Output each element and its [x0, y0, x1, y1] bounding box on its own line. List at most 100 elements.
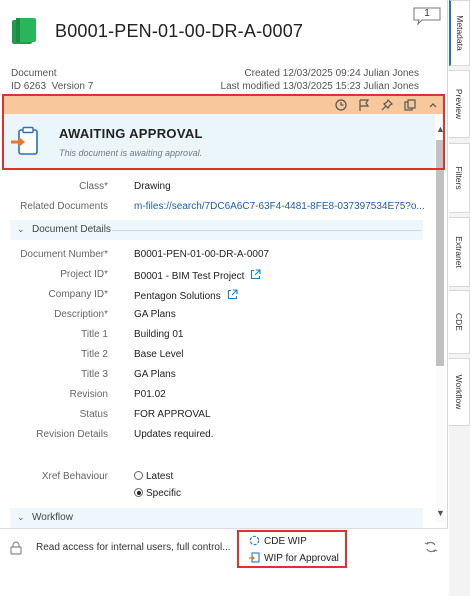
tab-metadata[interactable]: Metadata — [449, 0, 470, 66]
radio-specific[interactable]: Specific — [134, 488, 181, 499]
property-value: B0001 - BIM Test Project — [134, 271, 245, 282]
property-value: FOR APPROVAL — [134, 409, 211, 420]
side-tabs: Metadata Preview Filters Extranet CDE Wo… — [449, 0, 470, 596]
property-value: Building 01 — [134, 329, 184, 340]
scroll-down-icon[interactable]: ▼ — [436, 508, 445, 518]
workflow-state-panel: AWAITING APPROVAL This document is await… — [4, 114, 435, 168]
metadata-panel: B0001-PEN-01-00-DR-A-0007 1 Document ID … — [0, 0, 448, 596]
property-label: Description* — [54, 309, 108, 320]
property-label: Class* — [79, 181, 108, 192]
workflow-toolbar — [4, 96, 443, 114]
external-link-icon[interactable] — [227, 289, 238, 300]
property-xref-behaviour: Xref Behaviour — [0, 471, 430, 487]
modified-info: Last modified 13/03/2025 15:23 Julian Jo… — [220, 81, 419, 92]
property-value: Drawing — [134, 181, 171, 192]
tab-label: Preview — [454, 88, 464, 120]
document-icon — [12, 18, 36, 44]
tab-filters[interactable]: Filters — [449, 143, 470, 213]
property-label: Status — [79, 409, 108, 420]
document-dates: Created 12/03/2025 09:24 Julian Jones La… — [221, 67, 419, 93]
radio-circle-icon[interactable] — [134, 471, 143, 480]
scroll-up-icon[interactable]: ▲ — [436, 124, 445, 134]
document-title: B0001-PEN-01-00-DR-A-0007 — [55, 21, 304, 41]
property-value: P01.02 — [134, 389, 166, 400]
section-document-details[interactable]: ⌄ Document Details — [10, 220, 423, 240]
property-title-1[interactable]: Title 1 Building 01 — [0, 329, 430, 345]
property-label: Related Documents — [20, 201, 108, 212]
radio-label: Specific — [146, 488, 182, 499]
lock-icon — [10, 541, 22, 555]
tab-label: CDE — [454, 313, 464, 331]
tab-label: Metadata — [455, 15, 465, 51]
property-label: Title 3 — [81, 369, 108, 380]
copy-icon[interactable] — [403, 98, 417, 112]
tab-workflow[interactable]: Workflow — [449, 358, 470, 426]
document-type: Document — [11, 68, 57, 79]
property-value: B0001-PEN-01-00-DR-A-0007 — [134, 249, 270, 260]
property-value: Updates required. — [134, 429, 214, 440]
property-value-wrap: Pentagon Solutions — [134, 289, 238, 302]
property-description[interactable]: Description* GA Plans — [0, 309, 430, 325]
action-wip-for-approval[interactable]: WIP for Approval — [249, 552, 339, 564]
permissions-text[interactable]: Read access for internal users, full con… — [36, 542, 231, 553]
property-company-id[interactable]: Company ID* Pentagon Solutions — [0, 289, 430, 305]
property-value: Pentagon Solutions — [134, 291, 221, 302]
section-divider — [112, 230, 421, 231]
property-title-3[interactable]: Title 3 GA Plans — [0, 369, 430, 385]
property-label: Document Number* — [20, 249, 108, 260]
workflow-state-description: This document is awaiting approval. — [59, 148, 203, 158]
property-value: GA Plans — [134, 369, 176, 380]
workflow-actions: CDE WIP WIP for Approval — [237, 530, 347, 568]
tab-preview[interactable]: Preview — [449, 70, 470, 138]
chevron-down-icon: ⌄ — [17, 224, 25, 234]
property-document-number[interactable]: Document Number* B0001-PEN-01-00-DR-A-00… — [0, 249, 430, 265]
property-label: Revision — [69, 389, 108, 400]
collapse-icon[interactable] — [426, 98, 440, 112]
clock-icon[interactable] — [334, 98, 348, 112]
refresh-icon[interactable] — [424, 540, 438, 554]
property-label: Revision Details — [36, 429, 108, 440]
property-status[interactable]: Status FOR APPROVAL — [0, 409, 430, 425]
section-workflow[interactable]: ⌄ Workflow — [10, 508, 423, 528]
action-cde-wip[interactable]: CDE WIP — [249, 535, 307, 547]
bottom-bar: Read access for internal users, full con… — [0, 528, 448, 596]
action-label: WIP for Approval — [264, 553, 339, 564]
property-label: Company ID* — [48, 289, 108, 300]
document-id: ID 6263 — [11, 81, 47, 92]
flag-icon[interactable] — [357, 98, 371, 112]
chevron-down-icon: ⌄ — [17, 512, 25, 522]
comments-button[interactable]: 1 — [412, 7, 442, 26]
related-documents-link[interactable]: m-files://search/7DC6A6C7-63F4-4481-8FE8… — [134, 201, 425, 212]
radio-label: Latest — [146, 471, 174, 482]
radio-selected-icon[interactable] — [134, 488, 143, 497]
property-title-2[interactable]: Title 2 Base Level — [0, 349, 430, 365]
tab-extranet[interactable]: Extranet — [449, 217, 470, 287]
clipboard-icon — [11, 126, 38, 155]
property-project-id[interactable]: Project ID* B0001 - BIM Test Project — [0, 269, 430, 285]
approval-transition-icon — [249, 552, 260, 563]
property-related-documents[interactable]: Related Documents m-files://search/7DC6A… — [0, 201, 430, 217]
section-title: Document Details — [32, 224, 111, 235]
document-version: Version 7 — [51, 81, 94, 92]
scrollbar-thumb[interactable] — [436, 140, 444, 366]
property-label: Xref Behaviour — [41, 471, 108, 482]
property-value: Base Level — [134, 349, 184, 360]
property-revision[interactable]: Revision P01.02 — [0, 389, 430, 405]
tab-label: Extranet — [454, 236, 464, 268]
workflow-state-title: AWAITING APPROVAL — [59, 126, 203, 141]
radio-latest[interactable]: Latest — [134, 471, 173, 482]
section-title: Workflow — [32, 512, 73, 523]
property-label: Title 1 — [81, 329, 108, 340]
pin-icon[interactable] — [380, 98, 394, 112]
comment-count: 1 — [424, 8, 430, 19]
property-revision-details[interactable]: Revision Details Updates required. — [0, 429, 430, 445]
transition-icon — [249, 535, 260, 546]
external-link-icon[interactable] — [250, 269, 261, 280]
property-label: Project ID* — [60, 269, 108, 280]
tab-cde[interactable]: CDE — [449, 290, 470, 354]
tab-label: Filters — [454, 166, 464, 190]
document-info: Document ID 6263 Version 7 — [11, 67, 93, 93]
property-label: Title 2 — [81, 349, 108, 360]
property-class[interactable]: Class* Drawing — [0, 181, 430, 197]
action-label: CDE WIP — [264, 536, 307, 547]
